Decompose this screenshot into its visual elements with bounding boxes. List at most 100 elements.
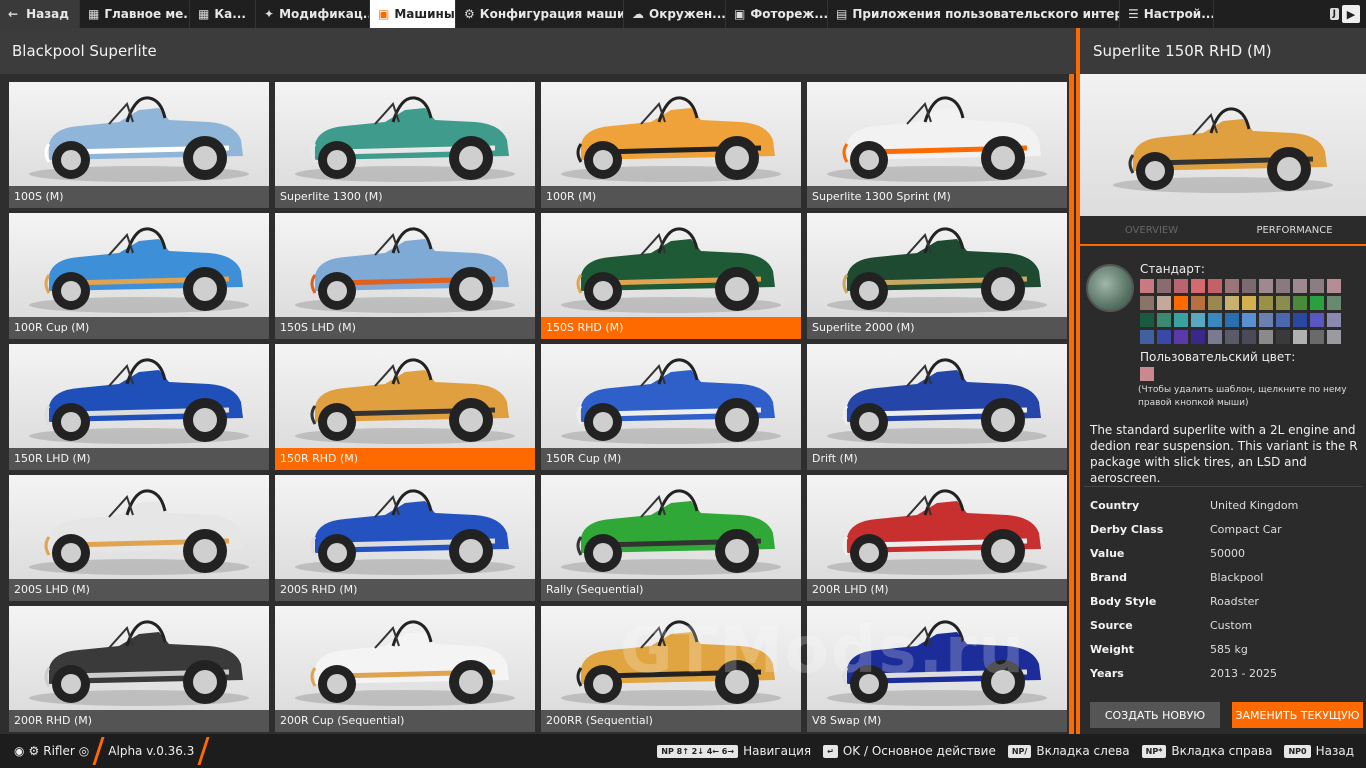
create-new-button[interactable]: СОЗДАТЬ НОВУЮ bbox=[1090, 702, 1220, 728]
paint-swatch[interactable] bbox=[1327, 296, 1341, 310]
vehicle-card[interactable]: 200S LHD (M) bbox=[9, 475, 269, 601]
paint-swatch[interactable] bbox=[1242, 330, 1256, 344]
paint-swatch[interactable] bbox=[1310, 313, 1324, 327]
paint-swatch[interactable] bbox=[1327, 279, 1341, 293]
paint-swatch[interactable] bbox=[1225, 296, 1239, 310]
paint-swatch[interactable] bbox=[1242, 279, 1256, 293]
paint-swatch[interactable] bbox=[1293, 296, 1307, 310]
paint-swatch[interactable] bbox=[1242, 296, 1256, 310]
paint-swatch[interactable] bbox=[1191, 313, 1205, 327]
vehicle-card[interactable]: 100S (M) bbox=[9, 82, 269, 208]
paint-swatch[interactable] bbox=[1191, 279, 1205, 293]
paint-swatch[interactable] bbox=[1140, 296, 1154, 310]
vehicle-card[interactable]: 150R LHD (M) bbox=[9, 344, 269, 470]
tab-map[interactable]: ▦ Ка... bbox=[190, 0, 256, 28]
paint-swatch[interactable] bbox=[1310, 279, 1324, 293]
tab-photo-mode[interactable]: ▣ Фотореж... bbox=[726, 0, 828, 28]
paint-swatch[interactable] bbox=[1293, 313, 1307, 327]
weather-icon: ☁ bbox=[632, 7, 644, 21]
paint-swatch[interactable] bbox=[1310, 296, 1324, 310]
paint-swatch[interactable] bbox=[1225, 330, 1239, 344]
paint-swatch[interactable] bbox=[1157, 296, 1171, 310]
paint-swatch[interactable] bbox=[1208, 313, 1222, 327]
paint-swatch[interactable] bbox=[1174, 330, 1188, 344]
tab-overview[interactable]: OVERVIEW bbox=[1080, 216, 1223, 244]
vehicle-card[interactable]: 200R LHD (M) bbox=[807, 475, 1067, 601]
vehicle-card[interactable]: Rally (Sequential) bbox=[541, 475, 801, 601]
paint-swatch[interactable] bbox=[1191, 330, 1205, 344]
scrollbar[interactable] bbox=[1069, 74, 1074, 734]
vehicle-card[interactable]: 150S RHD (M) bbox=[541, 213, 801, 339]
paint-swatch[interactable] bbox=[1259, 313, 1273, 327]
paint-swatch[interactable] bbox=[1242, 313, 1256, 327]
paint-swatch[interactable] bbox=[1276, 313, 1290, 327]
control-hint-label: Навигация bbox=[743, 744, 812, 758]
paint-swatch[interactable] bbox=[1157, 313, 1171, 327]
paint-swatch[interactable] bbox=[1208, 279, 1222, 293]
paint-swatch[interactable] bbox=[1276, 330, 1290, 344]
vehicle-card-label: 150S LHD (M) bbox=[275, 317, 535, 339]
play-icon[interactable]: ▶ bbox=[1342, 5, 1360, 23]
vehicle-card[interactable]: 100R (M) bbox=[541, 82, 801, 208]
tab-vehicles[interactable]: ▣ Машины bbox=[370, 0, 456, 28]
vehicle-card[interactable]: Superlite 1300 Sprint (M) bbox=[807, 82, 1067, 208]
paint-swatch[interactable] bbox=[1327, 313, 1341, 327]
tab-ui-apps[interactable]: ▤ Приложения пользовательского интерфе..… bbox=[828, 0, 1120, 28]
paint-swatch[interactable] bbox=[1293, 330, 1307, 344]
vehicle-card[interactable]: 150R RHD (M) bbox=[275, 344, 535, 470]
vehicle-card[interactable]: Superlite 2000 (M) bbox=[807, 213, 1067, 339]
paint-swatch[interactable] bbox=[1259, 296, 1273, 310]
vehicle-card[interactable]: 200R Cup (Sequential) bbox=[275, 606, 535, 732]
tab-vehicle-config[interactable]: ⚙ Конфигурация маши... bbox=[456, 0, 624, 28]
paint-swatch[interactable] bbox=[1327, 330, 1341, 344]
paint-swatch[interactable] bbox=[1140, 313, 1154, 327]
spec-row: Weight 585 kg bbox=[1084, 637, 1362, 661]
paint-swatch[interactable] bbox=[1140, 279, 1154, 293]
tab-settings[interactable]: ☰ Настрой... bbox=[1120, 0, 1214, 28]
tab-performance[interactable]: PERFORMANCE bbox=[1223, 216, 1366, 244]
spec-value: 50000 bbox=[1210, 546, 1245, 560]
vehicle-card[interactable]: 200R RHD (M) bbox=[9, 606, 269, 732]
vehicle-card[interactable]: 200S RHD (M) bbox=[275, 475, 535, 601]
username: Rifler bbox=[43, 744, 75, 758]
paint-swatch[interactable] bbox=[1174, 279, 1188, 293]
replace-current-button[interactable]: ЗАМЕНИТЬ ТЕКУЩУЮ bbox=[1232, 702, 1363, 728]
version-label: Alpha v.0.36.3 bbox=[108, 744, 195, 758]
paint-swatch[interactable] bbox=[1140, 330, 1154, 344]
paint-swatch[interactable] bbox=[1310, 330, 1324, 344]
vehicle-card-label: V8 Swap (M) bbox=[807, 710, 1067, 732]
paint-swatch[interactable] bbox=[1208, 330, 1222, 344]
vehicle-card[interactable]: Superlite 1300 (M) bbox=[275, 82, 535, 208]
paint-swatch[interactable] bbox=[1225, 279, 1239, 293]
paint-swatch[interactable] bbox=[1174, 313, 1188, 327]
spec-value: Blackpool bbox=[1210, 570, 1264, 584]
paint-swatch[interactable] bbox=[1208, 296, 1222, 310]
paint-swatch[interactable] bbox=[1293, 279, 1307, 293]
paint-swatch[interactable] bbox=[1157, 279, 1171, 293]
spec-value: Compact Car bbox=[1210, 522, 1282, 536]
paint-swatch[interactable] bbox=[1174, 296, 1188, 310]
back-button[interactable]: ← Назад bbox=[0, 0, 80, 28]
paint-swatch[interactable] bbox=[1259, 330, 1273, 344]
vehicle-card-label: 100R (M) bbox=[541, 186, 801, 208]
vehicle-card-label: 150S RHD (M) bbox=[541, 317, 801, 339]
engine-icon: ⚙ bbox=[464, 7, 475, 21]
vehicle-card[interactable]: Drift (M) bbox=[807, 344, 1067, 470]
custom-color-swatch[interactable] bbox=[1140, 367, 1154, 381]
vehicle-card[interactable]: 100R Cup (M) bbox=[9, 213, 269, 339]
paint-swatch[interactable] bbox=[1276, 296, 1290, 310]
paint-swatch[interactable] bbox=[1225, 313, 1239, 327]
tab-environment[interactable]: ☁ Окружен... bbox=[624, 0, 726, 28]
tab-mods[interactable]: ✦ Модификац... bbox=[256, 0, 370, 28]
paint-swatch[interactable] bbox=[1276, 279, 1290, 293]
vehicle-card[interactable]: 150S LHD (M) bbox=[275, 213, 535, 339]
paint-swatch[interactable] bbox=[1191, 296, 1205, 310]
paint-swatch[interactable] bbox=[1259, 279, 1273, 293]
tab-label: Конфигурация маши... bbox=[479, 7, 624, 21]
keyboard-icon: NP 8↑ 2↓ 4← 6→ bbox=[657, 744, 739, 758]
control-hint: ↵ OK / Основное действие bbox=[823, 744, 996, 758]
paint-swatch[interactable] bbox=[1157, 330, 1171, 344]
tab-main-menu[interactable]: ▦ Главное ме... bbox=[80, 0, 190, 28]
vehicle-card[interactable]: 150R Cup (M) bbox=[541, 344, 801, 470]
spec-row: Years 2013 - 2025 bbox=[1084, 661, 1362, 685]
